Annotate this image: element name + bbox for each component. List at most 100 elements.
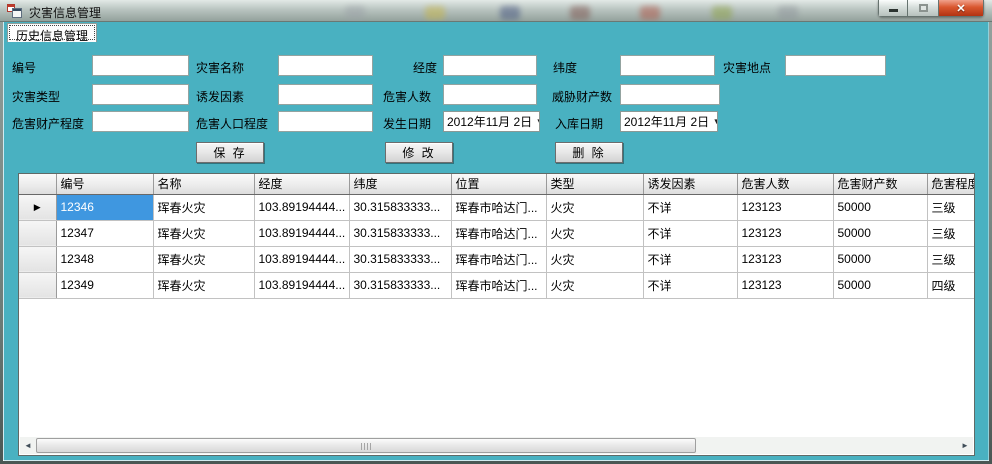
grid-cell[interactable]: 四级 (927, 272, 975, 298)
entry-date-label: 入库日期 (555, 115, 603, 132)
longitude-input[interactable] (443, 55, 537, 76)
grid-cell[interactable]: 珲春火灾 (153, 194, 254, 220)
occur-date-value: 2012年11月 2日 (447, 113, 532, 130)
grid-cell[interactable]: 不详 (643, 246, 737, 272)
grid-cell[interactable]: 火灾 (546, 246, 643, 272)
grid-cell[interactable]: 103.89194444... (254, 220, 349, 246)
scroll-right-icon[interactable]: ► (957, 437, 973, 454)
entry-date-value: 2012年11月 2日 (624, 113, 709, 130)
horizontal-scrollbar[interactable]: ◄ ► (20, 437, 973, 454)
glass-reflection (425, 6, 445, 20)
delete-button[interactable]: 删 除 (555, 142, 623, 163)
entry-date-picker[interactable]: 2012年11月 2日 ▼ (620, 111, 718, 132)
trigger-factor-input[interactable] (278, 84, 373, 105)
grid-cell[interactable]: 103.89194444... (254, 272, 349, 298)
column-header[interactable]: 危害程度 (927, 174, 975, 194)
population-damage-degree-label: 危害人口程度 (196, 115, 268, 132)
column-header[interactable]: 经度 (254, 174, 349, 194)
table-row: 12349珲春火灾103.89194444...30.315833333...珲… (19, 272, 975, 298)
grid-cell[interactable]: 12347 (56, 220, 153, 246)
threatened-property-input[interactable] (620, 84, 720, 105)
modify-button[interactable]: 修 改 (385, 142, 453, 163)
table-row: ▶12346珲春火灾103.89194444...30.315833333...… (19, 194, 975, 220)
grid-cell[interactable]: 123123 (737, 194, 833, 220)
grid-cell[interactable]: 50000 (833, 194, 927, 220)
grid-cell[interactable]: 103.89194444... (254, 246, 349, 272)
tab-history-info[interactable]: 历史信息管理 (7, 23, 97, 42)
grid-cell[interactable]: 12349 (56, 272, 153, 298)
grid-corner-header[interactable] (19, 174, 56, 194)
harmed-people-label: 危害人数 (383, 88, 431, 105)
grid-cell[interactable]: 三级 (927, 194, 975, 220)
disaster-name-input[interactable] (278, 55, 373, 76)
current-row-arrow-icon[interactable]: ▶ (19, 194, 56, 220)
grid-cell[interactable]: 珲春市哈达门... (451, 246, 546, 272)
grid-cell[interactable]: 123123 (737, 246, 833, 272)
latitude-input[interactable] (620, 55, 715, 76)
grid-cell[interactable]: 珲春火灾 (153, 246, 254, 272)
scrollbar-grip-icon (361, 443, 371, 450)
maximize-button[interactable] (908, 0, 938, 17)
grid-cell[interactable]: 50000 (833, 272, 927, 298)
save-button[interactable]: 保 存 (196, 142, 264, 163)
grid-cell[interactable]: 珲春市哈达门... (451, 272, 546, 298)
harmed-people-input[interactable] (443, 84, 537, 105)
grid-cell[interactable]: 不详 (643, 220, 737, 246)
column-header[interactable]: 位置 (451, 174, 546, 194)
grid-cell[interactable]: 123123 (737, 272, 833, 298)
grid-cell[interactable]: 珲春火灾 (153, 220, 254, 246)
minimize-button[interactable] (878, 0, 908, 17)
grid-cell[interactable]: 珲春市哈达门... (451, 220, 546, 246)
grid-cell[interactable]: 火灾 (546, 272, 643, 298)
property-damage-degree-label: 危害财产程度 (12, 115, 84, 132)
scroll-left-icon[interactable]: ◄ (20, 437, 36, 454)
grid-cell[interactable]: 50000 (833, 246, 927, 272)
grid-cell[interactable]: 50000 (833, 220, 927, 246)
occur-date-picker[interactable]: 2012年11月 2日 ▼ (443, 111, 540, 132)
grid-cell[interactable]: 123123 (737, 220, 833, 246)
grid-cell[interactable]: 30.315833333... (349, 272, 451, 298)
grid-cell[interactable]: 珲春市哈达门... (451, 194, 546, 220)
glass-reflection (345, 6, 365, 20)
grid-cell[interactable]: 30.315833333... (349, 220, 451, 246)
disaster-type-label: 灾害类型 (12, 88, 60, 105)
grid-cell[interactable]: 30.315833333... (349, 246, 451, 272)
close-button[interactable]: ✕ (938, 0, 984, 17)
column-header[interactable]: 纬度 (349, 174, 451, 194)
column-header[interactable]: 类型 (546, 174, 643, 194)
row-selector[interactable] (19, 246, 56, 272)
row-selector[interactable] (19, 220, 56, 246)
scrollbar-thumb[interactable] (36, 438, 696, 453)
grid-table: 编号名称经度纬度位置类型诱发因素危害人数危害财产数危害程度 ▶12346珲春火灾… (19, 174, 975, 299)
grid-cell[interactable]: 12346 (56, 194, 153, 220)
column-header[interactable]: 危害财产数 (833, 174, 927, 194)
column-header[interactable]: 编号 (56, 174, 153, 194)
grid-cell[interactable]: 30.315833333... (349, 194, 451, 220)
glass-reflection (570, 6, 590, 20)
column-header[interactable]: 危害人数 (737, 174, 833, 194)
row-selector[interactable] (19, 272, 56, 298)
grid-cell[interactable]: 12348 (56, 246, 153, 272)
grid-cell[interactable]: 不详 (643, 272, 737, 298)
column-header[interactable]: 诱发因素 (643, 174, 737, 194)
population-damage-degree-input[interactable] (278, 111, 373, 132)
app-window: 灾害信息管理 ✕ 历史信息管理 编号 灾害名称 经度 纬度 灾害地点 灾害类型 (0, 0, 992, 464)
property-damage-degree-input[interactable] (92, 111, 189, 132)
id-input[interactable] (92, 55, 189, 76)
chevron-down-icon[interactable]: ▼ (532, 117, 540, 126)
threatened-property-label: 威胁财产数 (552, 88, 612, 105)
disaster-type-input[interactable] (92, 84, 189, 105)
grid-cell[interactable]: 103.89194444... (254, 194, 349, 220)
grid-cell[interactable]: 三级 (927, 220, 975, 246)
location-input[interactable] (785, 55, 886, 76)
window-title: 灾害信息管理 (29, 4, 101, 21)
app-icon (7, 3, 23, 19)
column-header[interactable]: 名称 (153, 174, 254, 194)
grid-cell[interactable]: 珲春火灾 (153, 272, 254, 298)
grid-cell[interactable]: 三级 (927, 246, 975, 272)
grid-cell[interactable]: 火灾 (546, 194, 643, 220)
grid-cell[interactable]: 火灾 (546, 220, 643, 246)
grid-cell[interactable]: 不详 (643, 194, 737, 220)
titlebar[interactable]: 灾害信息管理 ✕ (0, 0, 992, 22)
chevron-down-icon[interactable]: ▼ (709, 117, 718, 126)
